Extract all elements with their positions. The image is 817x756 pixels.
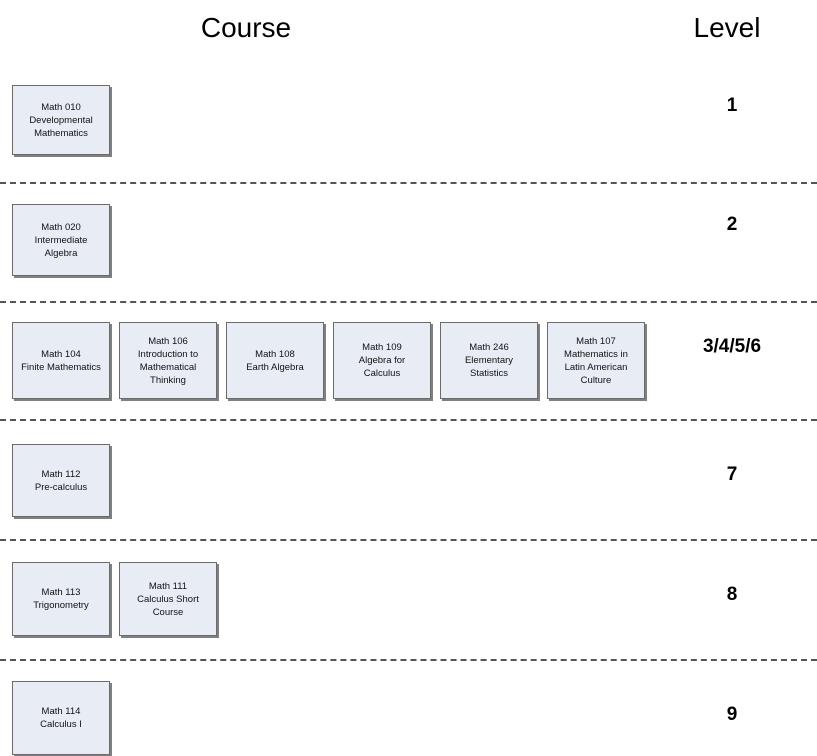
level-value: 2 <box>726 214 738 235</box>
level-value: 7 <box>726 464 738 485</box>
course-box[interactable]: Math 104 Finite Mathematics <box>12 322 110 399</box>
course-box-text: Math 106 Introduction to Mathematical Th… <box>137 335 199 386</box>
row-divider <box>0 419 817 421</box>
level-value: 9 <box>726 704 738 725</box>
course-box[interactable]: Math 109 Algebra for Calculus <box>333 322 431 399</box>
course-box[interactable]: Math 106 Introduction to Mathematical Th… <box>119 322 217 399</box>
course-box-text: Math 108 Earth Algebra <box>246 348 304 373</box>
course-box[interactable]: Math 108 Earth Algebra <box>226 322 324 399</box>
course-box[interactable]: Math 020 Intermediate Algebra <box>12 204 110 276</box>
course-box-text: Math 109 Algebra for Calculus <box>358 342 406 379</box>
course-box-text: Math 107 Mathematics in Latin American C… <box>564 335 628 386</box>
course-box-text: Math 111 Calculus Short Course <box>137 580 199 618</box>
course-level-diagram: Course Level Math 010 Developmental Math… <box>0 0 817 756</box>
course-box[interactable]: Math 107 Mathematics in Latin American C… <box>547 322 645 399</box>
column-header-level: Level <box>693 12 761 43</box>
level-value: 1 <box>726 95 738 116</box>
column-header-course: Course <box>200 12 292 43</box>
course-box-text: Math 020 Intermediate Algebra <box>34 221 88 259</box>
row-divider <box>0 301 817 303</box>
row-divider <box>0 539 817 541</box>
row-divider <box>0 659 817 661</box>
course-box-text: Math 104 Finite Mathematics <box>21 348 101 373</box>
course-box-text: Math 114 Calculus I <box>40 706 82 730</box>
row-divider <box>0 182 817 184</box>
level-value: 3/4/5/6 <box>702 336 762 357</box>
course-box-text: Math 112 Pre-calculus <box>34 468 88 493</box>
course-box[interactable]: Math 113 Trigonometry <box>12 562 110 636</box>
course-box[interactable]: Math 010 Developmental Mathematics <box>12 85 110 155</box>
course-box[interactable]: Math 111 Calculus Short Course <box>119 562 217 636</box>
level-value: 8 <box>726 584 738 605</box>
course-box-text: Math 246 Elementary Statistics <box>464 342 514 379</box>
course-box[interactable]: Math 112 Pre-calculus <box>12 444 110 517</box>
course-box[interactable]: Math 114 Calculus I <box>12 681 110 755</box>
course-box-text: Math 010 Developmental Mathematics <box>29 101 93 139</box>
course-box[interactable]: Math 246 Elementary Statistics <box>440 322 538 399</box>
course-box-text: Math 113 Trigonometry <box>33 587 89 611</box>
